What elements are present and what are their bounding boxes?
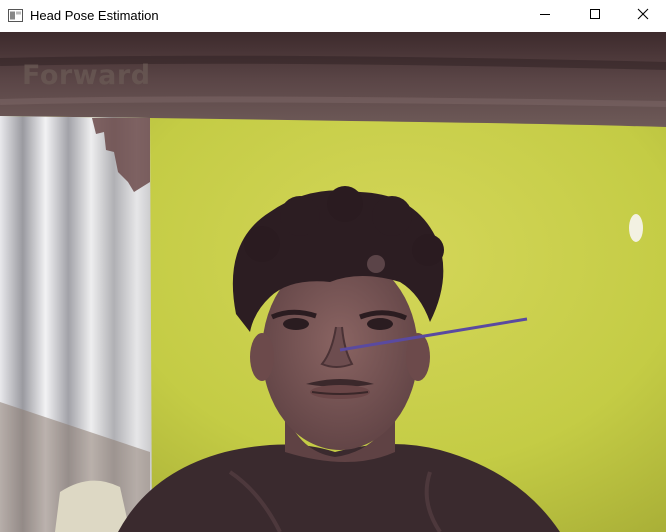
close-icon <box>637 7 649 25</box>
app-window: Head Pose Estimation Forward <box>0 0 666 532</box>
window-title: Head Pose Estimation <box>30 8 159 23</box>
title-bar[interactable]: Head Pose Estimation <box>0 0 666 32</box>
camera-frame: Forward <box>0 32 666 532</box>
close-button[interactable] <box>620 0 666 32</box>
pose-label: Forward <box>22 60 151 91</box>
camera-image <box>0 32 666 532</box>
maximize-button[interactable] <box>572 0 618 32</box>
maximize-icon <box>589 7 601 25</box>
minimize-icon <box>539 7 551 25</box>
minimize-button[interactable] <box>522 0 568 32</box>
window-app-icon <box>8 9 23 22</box>
